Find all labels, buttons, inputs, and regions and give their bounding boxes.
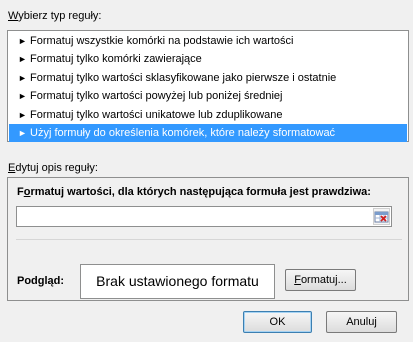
rule-type-item[interactable]: ► Formatuj tylko komórki zawierające — [9, 50, 407, 68]
cancel-button[interactable]: Anuluj — [326, 311, 397, 333]
range-selector-icon — [374, 211, 389, 223]
preview-box: Brak ustawionego formatu — [80, 264, 275, 299]
rule-type-item[interactable]: ► Formatuj tylko wartości unikatowe lub z… — [9, 106, 407, 124]
edit-description-group: Formatuj wartości, dla których następują… — [7, 177, 409, 301]
format-button[interactable]: Formatuj... — [285, 269, 356, 291]
rule-type-item-label: Formatuj tylko wartości powyżej lub poni… — [30, 90, 283, 103]
divider — [16, 239, 402, 240]
rule-type-item[interactable]: ► Formatuj tylko wartości powyżej lub pon… — [9, 87, 407, 105]
triangle-bullet-icon: ► — [18, 54, 27, 65]
rule-type-list[interactable]: ► Formatuj wszystkie komórki na podstawie… — [7, 30, 409, 143]
triangle-bullet-icon: ► — [18, 91, 27, 102]
triangle-bullet-icon: ► — [18, 127, 27, 138]
range-selector-button[interactable] — [373, 208, 390, 225]
rule-type-item[interactable]: ► Użyj formuły do określenia komórek, któ… — [9, 123, 407, 143]
ok-button[interactable]: OK — [243, 311, 312, 333]
rule-type-label: Wybierz typ reguły: — [8, 10, 102, 22]
formula-label: Formatuj wartości, dla których następują… — [17, 186, 371, 198]
edit-description-label: Edytuj opis reguły: — [8, 162, 98, 174]
preview-label: Podgląd: — [17, 275, 65, 287]
formula-input[interactable] — [16, 206, 392, 227]
triangle-bullet-icon: ► — [18, 109, 27, 120]
rule-type-item-label: Formatuj tylko wartości unikatowe lub zd… — [30, 108, 283, 121]
rule-type-item-label: Formatuj wszystkie komórki na podstawie … — [30, 35, 294, 47]
rule-type-item-label: Formatuj tylko komórki zawierające — [30, 53, 202, 66]
rule-type-item-label: Formatuj tylko wartości sklasyfikowane j… — [30, 71, 337, 84]
rule-type-item[interactable]: ► Formatuj tylko wartości sklasyfikowane … — [9, 69, 407, 87]
triangle-bullet-icon: ► — [18, 36, 27, 46]
rule-type-item[interactable]: ► Formatuj wszystkie komórki na podstawie… — [9, 32, 407, 50]
rule-type-item-label: Użyj formuły do określenia komórek, któr… — [30, 126, 336, 139]
triangle-bullet-icon: ► — [18, 72, 27, 83]
